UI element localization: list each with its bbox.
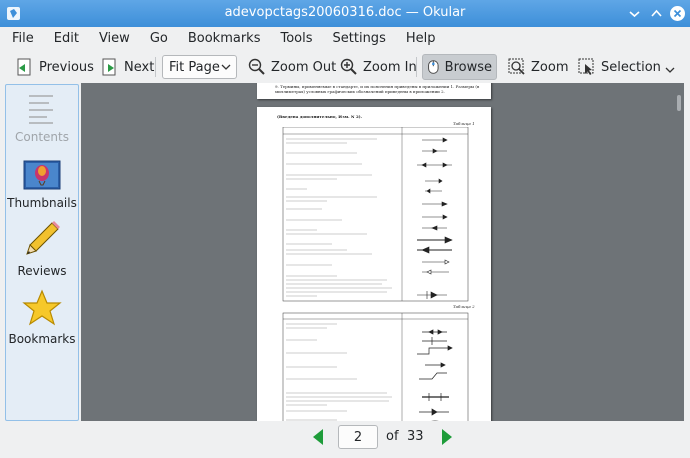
sidebar-item-label: Bookmarks bbox=[8, 332, 76, 346]
page1-text: 9. Термины, применяемые в стандарте, и и… bbox=[275, 84, 480, 94]
sidebar: Contents Thumbnails Reviews Bookmarks bbox=[5, 84, 79, 421]
sidebar-item-label: Reviews bbox=[17, 264, 67, 278]
next-page-arrow-icon[interactable] bbox=[440, 428, 454, 446]
menu-view[interactable]: View bbox=[93, 27, 136, 51]
menu-settings[interactable]: Settings bbox=[327, 27, 392, 51]
fit-mode-value: Fit Page bbox=[169, 60, 220, 75]
title-bar: adevopctags20060316.doc — Okular bbox=[0, 0, 690, 27]
sidebar-item-thumbnails[interactable]: Thumbnails bbox=[6, 159, 78, 210]
zoom-tool-button[interactable]: Zoom bbox=[504, 54, 572, 80]
menu-tools[interactable]: Tools bbox=[274, 27, 318, 51]
toolbar-separator bbox=[155, 57, 156, 77]
next-button[interactable]: Next bbox=[95, 54, 158, 80]
pencil-icon bbox=[26, 221, 60, 255]
menu-go[interactable]: Go bbox=[144, 27, 174, 51]
page2-heading: (Введена дополнительно, Изм. N 2). bbox=[277, 114, 363, 119]
document-page-1: 9. Термины, применяемые в стандарте, и и… bbox=[257, 83, 491, 99]
minimize-icon[interactable] bbox=[626, 5, 643, 22]
selection-label: Selection bbox=[601, 59, 661, 75]
zoom-out-button[interactable]: Zoom Out bbox=[244, 54, 340, 80]
zoom-out-label: Zoom Out bbox=[271, 59, 337, 75]
mouse-icon bbox=[428, 60, 439, 74]
menu-help[interactable]: Help bbox=[400, 27, 442, 51]
contents-icon bbox=[29, 95, 53, 124]
star-icon bbox=[22, 289, 62, 326]
total-pages-label: 33 bbox=[407, 429, 424, 444]
chevron-down-icon bbox=[221, 64, 231, 70]
table2-label: Таблица 2 bbox=[453, 304, 475, 309]
previous-button[interactable]: Previous bbox=[10, 54, 98, 80]
toolbar-separator bbox=[416, 57, 417, 77]
zoom-out-icon bbox=[248, 58, 265, 75]
table1-label: Таблица 1 bbox=[453, 121, 475, 126]
browse-label: Browse bbox=[444, 59, 492, 75]
menu-bar: File Edit View Go Bookmarks Tools Settin… bbox=[0, 27, 690, 51]
zoom-in-label: Zoom In bbox=[363, 59, 417, 75]
maximize-icon[interactable] bbox=[648, 5, 665, 22]
document-tables-drawing bbox=[282, 127, 469, 421]
vertical-scrollbar[interactable] bbox=[676, 87, 682, 417]
previous-label: Previous bbox=[39, 59, 94, 75]
menu-bookmarks[interactable]: Bookmarks bbox=[182, 27, 267, 51]
menu-edit[interactable]: Edit bbox=[48, 27, 85, 51]
previous-page-arrow-icon[interactable] bbox=[311, 428, 325, 446]
previous-page-icon bbox=[17, 58, 31, 76]
thumbnails-icon bbox=[23, 160, 61, 190]
window-title: adevopctags20060316.doc — Okular bbox=[224, 5, 466, 20]
zoom-in-icon bbox=[340, 58, 357, 75]
zoom-tool-icon bbox=[508, 58, 525, 75]
sidebar-item-reviews[interactable]: Reviews bbox=[6, 219, 78, 278]
close-icon[interactable] bbox=[669, 5, 686, 22]
chevron-down-icon[interactable] bbox=[665, 64, 675, 76]
sidebar-item-label: Thumbnails bbox=[7, 196, 77, 210]
menu-file[interactable]: File bbox=[6, 27, 40, 51]
sidebar-item-label: Contents bbox=[15, 130, 69, 144]
next-label: Next bbox=[124, 59, 155, 75]
selection-icon bbox=[578, 58, 594, 75]
sidebar-item-contents[interactable]: Contents bbox=[6, 93, 78, 144]
scrollbar-thumb[interactable] bbox=[677, 95, 681, 111]
browse-tool-button[interactable]: Browse bbox=[422, 54, 497, 80]
main-toolbar: Previous Next Fit Page Zoom Out Zoom In bbox=[0, 51, 690, 83]
current-page-input[interactable]: 2 bbox=[338, 425, 378, 449]
document-page-2: (Введена дополнительно, Изм. N 2). Табли… bbox=[257, 107, 491, 421]
of-label: of bbox=[386, 429, 399, 444]
next-page-icon bbox=[102, 58, 116, 76]
selection-tool-button[interactable]: Selection bbox=[574, 54, 679, 80]
zoom-in-button[interactable]: Zoom In bbox=[336, 54, 421, 80]
sidebar-item-bookmarks[interactable]: Bookmarks bbox=[6, 289, 78, 346]
page-navigation-bar: 2 of 33 bbox=[81, 421, 684, 454]
fit-mode-select[interactable]: Fit Page bbox=[162, 55, 237, 79]
zoom-tool-label: Zoom bbox=[531, 59, 569, 75]
document-view[interactable]: 9. Термины, применяемые в стандарте, и и… bbox=[81, 83, 684, 421]
